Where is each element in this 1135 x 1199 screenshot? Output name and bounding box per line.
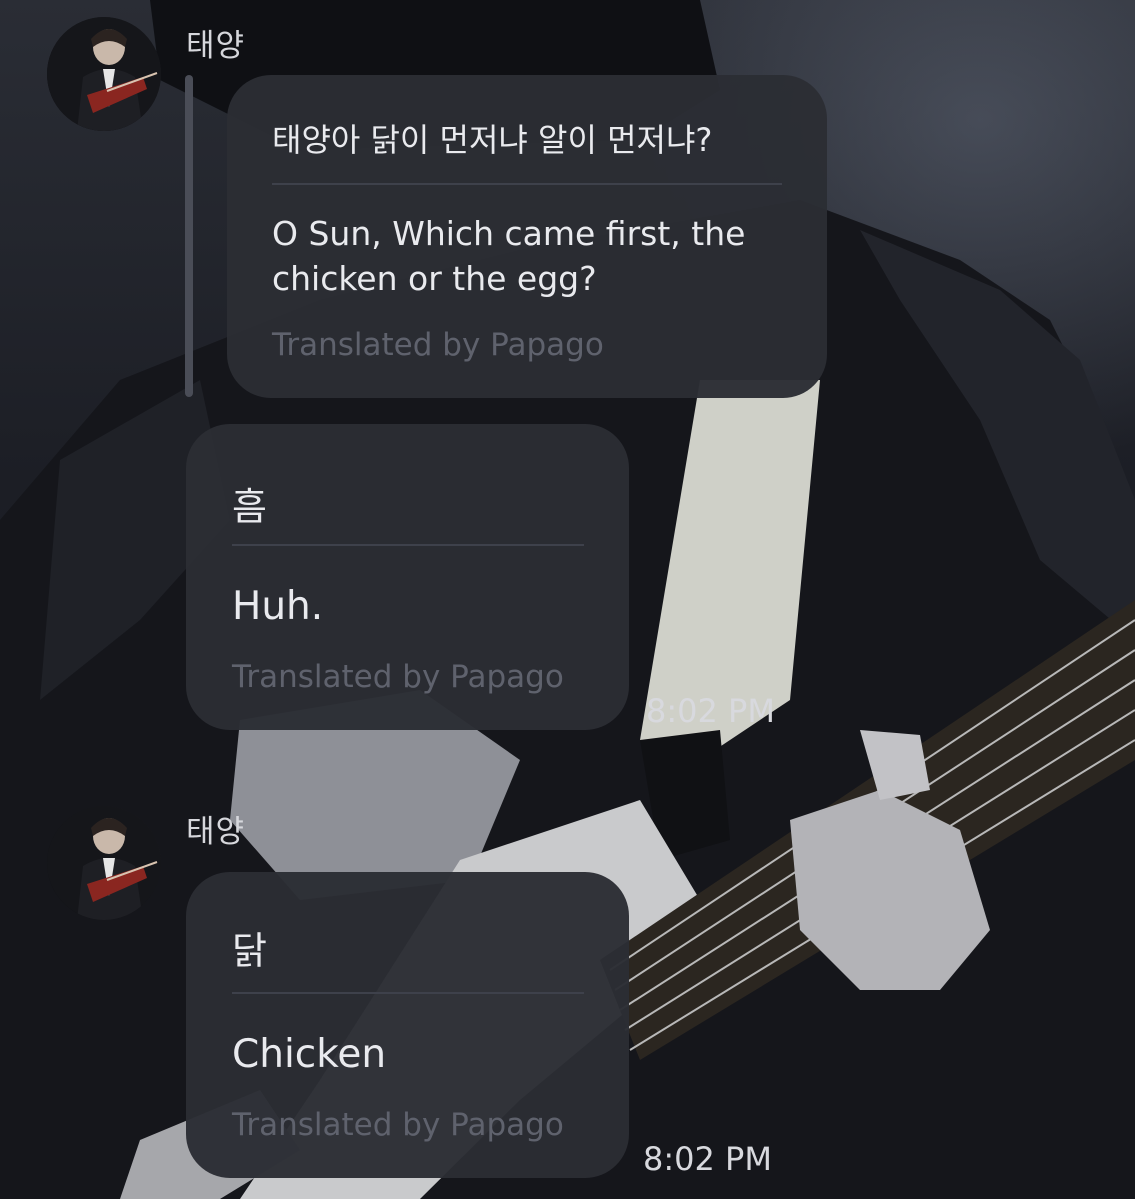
translation-credit: Translated by Papago	[232, 659, 564, 695]
timestamp: 8:02 PM	[646, 692, 775, 730]
original-text: 흠	[232, 485, 267, 529]
translated-text: O Sun, Which came first, the chicken or …	[272, 214, 746, 298]
avatar[interactable]	[47, 806, 161, 920]
message-bubble[interactable]: 태양아 닭이 먼저냐 알이 먼저냐? O Sun, Which came fir…	[227, 75, 827, 398]
reply-thread-line	[185, 75, 193, 397]
message-bubble[interactable]: 흠 Huh. Translated by Papago	[186, 424, 629, 730]
original-text: 태양아 닭이 먼저냐 알이 먼저냐?	[272, 121, 713, 159]
divider	[232, 544, 584, 546]
divider	[232, 992, 584, 994]
translated-text: Huh.	[232, 584, 324, 629]
translation-credit: Translated by Papago	[232, 1107, 564, 1143]
original-text: 닭	[232, 929, 267, 973]
translation-credit: Translated by Papago	[272, 327, 604, 363]
divider	[272, 183, 782, 185]
sender-name: 태양	[186, 814, 246, 850]
timestamp: 8:02 PM	[643, 1140, 772, 1178]
avatar[interactable]	[47, 17, 161, 131]
sender-name: 태양	[186, 28, 246, 64]
translated-text: Chicken	[232, 1032, 387, 1077]
message-bubble[interactable]: 닭 Chicken Translated by Papago	[186, 872, 629, 1178]
